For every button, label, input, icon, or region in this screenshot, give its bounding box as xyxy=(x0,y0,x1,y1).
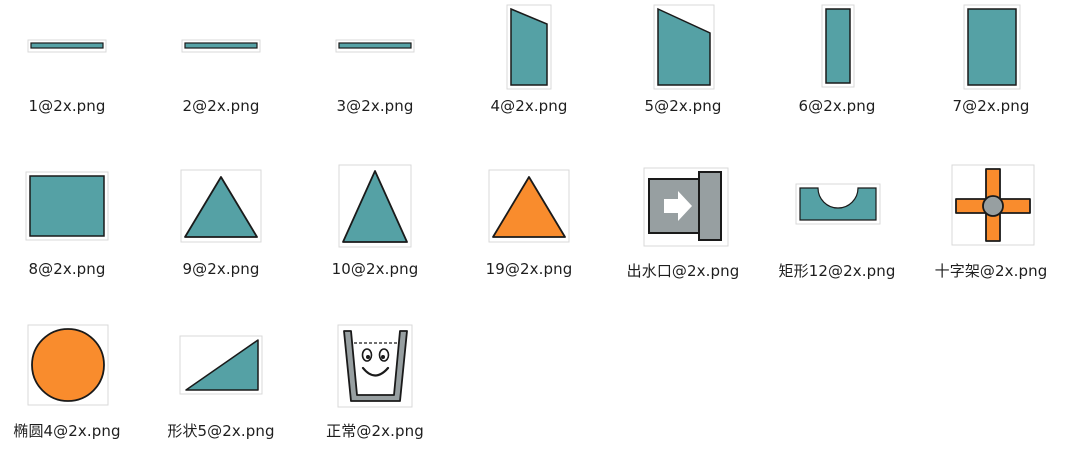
thumbnail[interactable] xyxy=(454,163,604,263)
file-item-cross[interactable]: 十字架@2x.png xyxy=(916,163,1066,313)
file-item-rect12[interactable]: 矩形12@2x.png xyxy=(762,163,912,313)
file-name[interactable]: 出水口@2x.png xyxy=(608,260,758,281)
thumbnail[interactable] xyxy=(146,163,296,263)
cross-icon xyxy=(951,164,1035,246)
teal-triangle-icon xyxy=(180,169,262,243)
orange-circle-icon xyxy=(27,324,109,406)
file-item-outlet[interactable]: 出水口@2x.png xyxy=(608,163,758,313)
thumbnail[interactable] xyxy=(916,0,1066,100)
file-item-7[interactable]: 7@2x.png xyxy=(916,0,1066,150)
thumbnail[interactable] xyxy=(608,0,758,100)
file-name[interactable]: 9@2x.png xyxy=(146,260,296,278)
file-item-shape5[interactable]: 形状5@2x.png xyxy=(146,323,296,473)
file-name[interactable]: 5@2x.png xyxy=(608,97,758,115)
thumbnail[interactable] xyxy=(300,163,450,263)
file-name[interactable]: 正常@2x.png xyxy=(300,420,450,441)
slanted-wide-panel-icon xyxy=(653,4,715,90)
narrow-rectangle-icon xyxy=(821,4,855,88)
thumbnail[interactable] xyxy=(762,0,912,100)
thumbnail[interactable] xyxy=(146,0,296,100)
orange-triangle-icon xyxy=(488,169,570,243)
outlet-arrow-icon xyxy=(643,167,729,247)
file-item-2[interactable]: 2@2x.png xyxy=(146,0,296,150)
file-item-6[interactable]: 6@2x.png xyxy=(762,0,912,150)
file-name[interactable]: 2@2x.png xyxy=(146,97,296,115)
thumbnail[interactable] xyxy=(762,163,912,263)
file-item-5[interactable]: 5@2x.png xyxy=(608,0,758,150)
right-triangle-icon xyxy=(179,335,263,395)
thumbnail[interactable] xyxy=(0,163,142,263)
thin-bar-icon xyxy=(27,39,107,53)
file-item-ellipse4[interactable]: 椭圆4@2x.png xyxy=(0,323,142,473)
thumbnail[interactable] xyxy=(0,0,142,100)
file-name[interactable]: 7@2x.png xyxy=(916,97,1066,115)
file-item-4[interactable]: 4@2x.png xyxy=(454,0,604,150)
square-icon xyxy=(25,171,109,241)
file-item-8[interactable]: 8@2x.png xyxy=(0,163,142,313)
rectangle-half-circle-cutout-icon xyxy=(795,183,881,225)
file-name[interactable]: 4@2x.png xyxy=(454,97,604,115)
file-item-1[interactable]: 1@2x.png xyxy=(0,0,142,150)
thumbnail[interactable] xyxy=(454,0,604,100)
file-item-19[interactable]: 19@2x.png xyxy=(454,163,604,313)
thin-bar-icon xyxy=(335,39,415,53)
file-name[interactable]: 6@2x.png xyxy=(762,97,912,115)
file-name[interactable]: 形状5@2x.png xyxy=(146,420,296,441)
file-name[interactable]: 矩形12@2x.png xyxy=(762,260,912,281)
slanted-tall-panel-icon xyxy=(506,4,552,90)
thumbnail[interactable] xyxy=(0,323,142,423)
file-name[interactable]: 8@2x.png xyxy=(0,260,142,278)
file-name[interactable]: 椭圆4@2x.png xyxy=(0,420,142,441)
file-name[interactable]: 10@2x.png xyxy=(300,260,450,278)
file-item-9[interactable]: 9@2x.png xyxy=(146,163,296,313)
file-name[interactable]: 1@2x.png xyxy=(0,97,142,115)
thumbnail[interactable] xyxy=(300,323,450,423)
thumbnail[interactable] xyxy=(608,163,758,263)
tall-rectangle-icon xyxy=(963,4,1021,90)
smiling-cup-icon xyxy=(337,324,413,408)
file-item-10[interactable]: 10@2x.png xyxy=(300,163,450,313)
file-name[interactable]: 3@2x.png xyxy=(300,97,450,115)
tall-teal-triangle-icon xyxy=(338,164,412,248)
thin-bar-icon xyxy=(181,39,261,53)
file-name[interactable]: 十字架@2x.png xyxy=(916,260,1066,281)
thumbnail[interactable] xyxy=(146,323,296,423)
thumbnail[interactable] xyxy=(916,163,1066,263)
file-item-normal[interactable]: 正常@2x.png xyxy=(300,323,450,473)
thumbnail[interactable] xyxy=(300,0,450,100)
file-name[interactable]: 19@2x.png xyxy=(454,260,604,278)
file-item-3[interactable]: 3@2x.png xyxy=(300,0,450,150)
